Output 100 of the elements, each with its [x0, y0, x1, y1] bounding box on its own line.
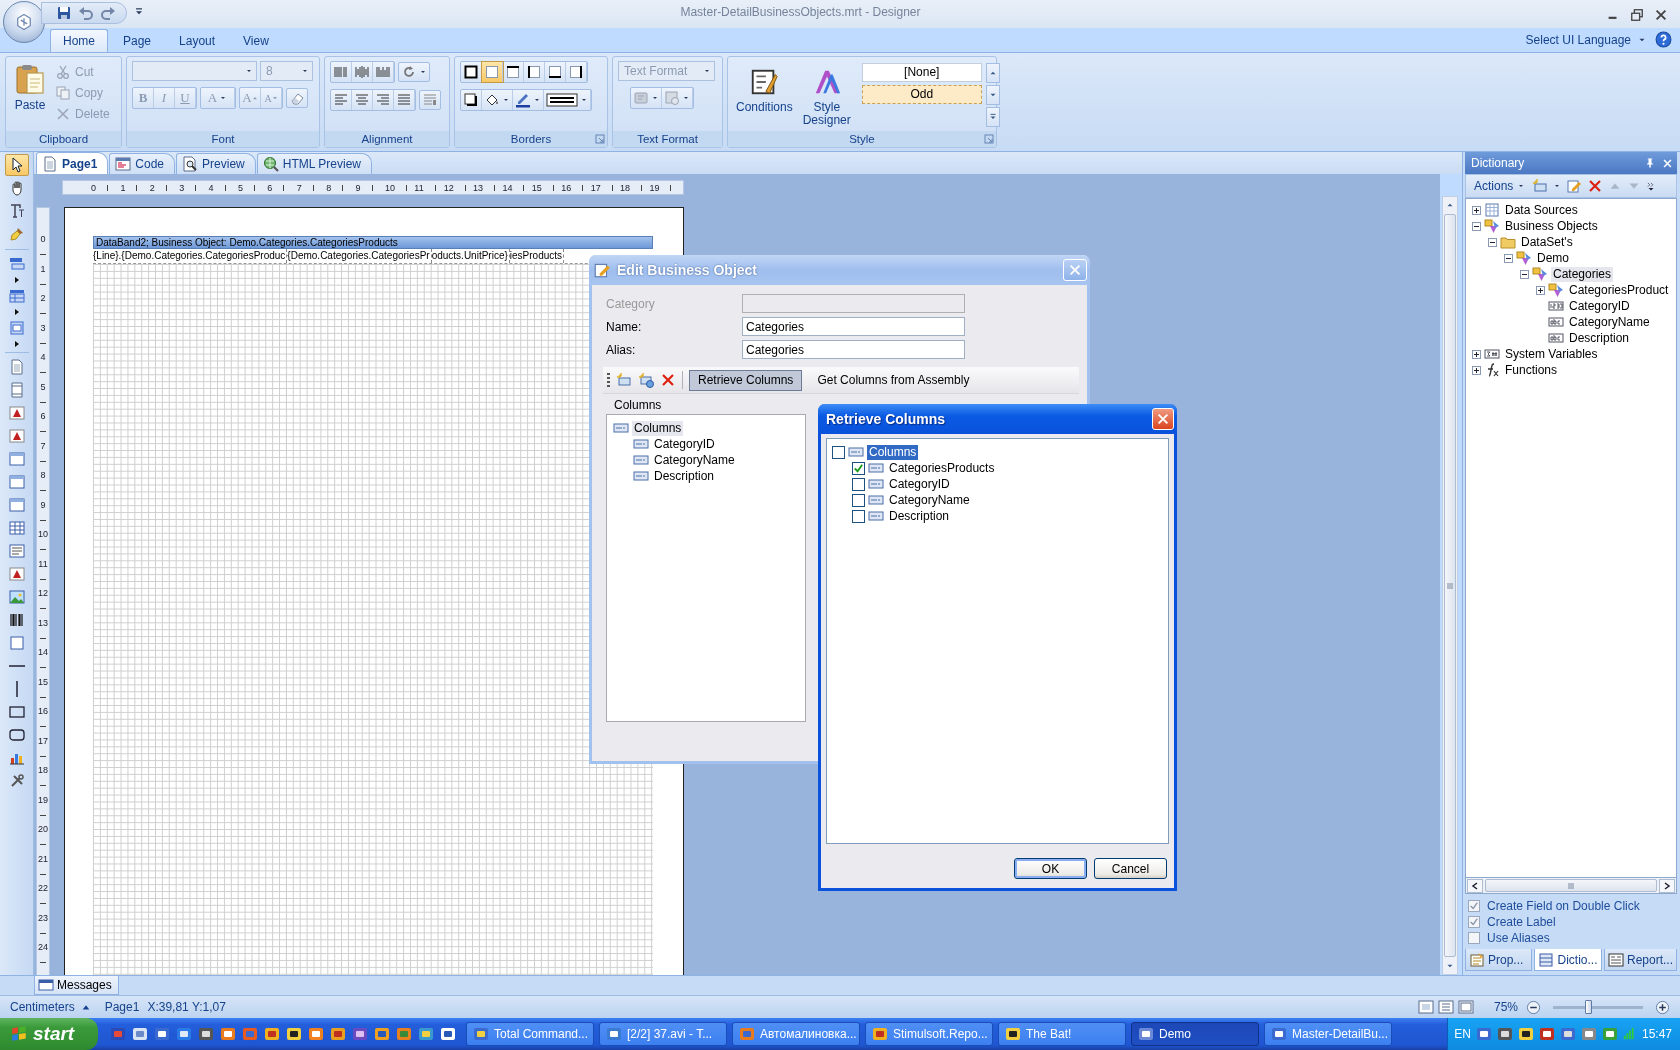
data-band-header[interactable]: DataBand2; Business Object: Demo.Categories.CategoriesProducts	[93, 236, 653, 249]
ruler-number: 6	[267, 182, 273, 193]
ruler-number: 8	[326, 182, 332, 193]
tree-item[interactable]: Description	[887, 508, 952, 524]
text-component[interactable]: {Demo.Categories.CategoriesPr	[287, 249, 432, 263]
ruler-number: 2	[40, 293, 46, 303]
field-label: Name:	[606, 319, 643, 334]
ribbon-tab[interactable]: Page	[110, 29, 165, 52]
document-tab[interactable]: HTML Preview	[256, 153, 372, 174]
tree-item[interactable]: CategoriesProduct	[1567, 282, 1671, 298]
messages-tab[interactable]: Messages	[34, 976, 119, 995]
tree-item[interactable]: Demo	[1535, 250, 1571, 266]
paste-button[interactable]: Paste	[11, 61, 49, 129]
ruler-number: 11	[414, 182, 424, 193]
style-designer-button[interactable]: Style Designer	[799, 61, 854, 129]
ruler-number: 8	[40, 470, 46, 480]
ruler-number: 20	[38, 824, 48, 834]
ruler-number: 16	[38, 706, 48, 716]
checkbox-label[interactable]: Create Field on Double Click	[1487, 899, 1640, 913]
tree-item[interactable]: Data Sources	[1503, 202, 1580, 218]
dialog-button[interactable]: OK	[1014, 858, 1087, 879]
ruler-number: 15	[38, 676, 48, 687]
clock: 15:47	[1641, 1027, 1672, 1041]
document-tab[interactable]: Page1	[36, 152, 109, 174]
start-button[interactable]: start	[0, 1018, 98, 1050]
document-tab[interactable]: Preview	[176, 153, 256, 174]
group-label: Text Format	[637, 133, 698, 145]
tree-item[interactable]: Categories	[1551, 266, 1614, 282]
group-label: Style	[849, 133, 875, 145]
tree-item[interactable]: CategoryName	[887, 492, 972, 508]
ruler-number: 19	[649, 182, 660, 193]
tree-item[interactable]: DataSet's	[1519, 234, 1575, 250]
tree-item[interactable]: Columns	[867, 444, 919, 460]
ruler-number: 7	[296, 182, 302, 193]
tree-item[interactable]: CategoryName	[652, 452, 737, 468]
text-component[interactable]: {Line}.{Demo.Categories.CategoriesProduc	[93, 249, 288, 263]
style-item[interactable]: Odd	[861, 85, 982, 104]
ruler-number: 18	[38, 765, 48, 775]
input-field[interactable]: Categories	[742, 317, 965, 336]
ruler-number: 23	[38, 912, 48, 923]
units-menu[interactable]: Centimeters	[10, 1000, 97, 1014]
ruler-number: 1	[40, 263, 46, 274]
text-component[interactable]: iesProducts	[509, 249, 565, 263]
ruler-number: 12	[38, 588, 48, 598]
tree-item[interactable]: Functions	[1503, 362, 1560, 378]
language-menu[interactable]: Select UI Language	[1525, 33, 1647, 47]
tree-item[interactable]: CategoryName	[1567, 314, 1652, 330]
page-name: Page1	[104, 1000, 140, 1014]
ruler-number: 18	[620, 182, 631, 193]
ribbon-tab[interactable]: View	[230, 29, 282, 52]
panel-tab[interactable]: Dictio...	[1534, 949, 1602, 971]
tree-item[interactable]: CategoryID	[652, 436, 717, 452]
toolbar-button[interactable]: Get Columns from Assembly	[808, 369, 979, 391]
dialog-title: Retrieve Columns	[826, 411, 947, 427]
window-title: Master-DetailBusinessObjects.mrt - Designer	[679, 4, 922, 21]
ruler-number: 7	[40, 440, 46, 451]
tree-item[interactable]: Business Objects	[1503, 218, 1600, 234]
ribbon-tab[interactable]: Home	[50, 29, 108, 52]
group-label: Borders	[510, 133, 552, 145]
panel-title: Dictionary	[1471, 156, 1526, 170]
taskbar-button[interactable]: [2/2] 37.avi - T...	[599, 1022, 727, 1046]
ruler-number: 2	[149, 182, 155, 193]
conditions-button[interactable]: Conditions	[733, 61, 796, 129]
taskbar-button[interactable]: Demo	[1131, 1022, 1259, 1046]
taskbar-button[interactable]: Total Command...	[466, 1022, 594, 1046]
ruler-number: 4	[40, 352, 46, 362]
style-item[interactable]: [None]	[861, 63, 982, 82]
tree-item[interactable]: System Variables	[1503, 346, 1600, 362]
tree-item[interactable]: Description	[652, 468, 717, 484]
ruler-number: 5	[237, 182, 243, 193]
ruler-number: 19	[38, 794, 48, 805]
ruler-number: 12	[443, 182, 454, 193]
tree-item[interactable]: Description	[1567, 330, 1632, 346]
actions-menu[interactable]: Actions	[1472, 179, 1528, 193]
tree-item[interactable]: CategoryID	[1567, 298, 1632, 314]
taskbar-button[interactable]: Автомалиновка...	[732, 1022, 860, 1046]
input-field[interactable]: Categories	[742, 340, 965, 359]
tree-item[interactable]: CategoryID	[887, 476, 952, 492]
ruler-number: 14	[502, 182, 513, 193]
dialog-button[interactable]: Cancel	[1094, 858, 1167, 879]
ruler-number: 9	[40, 499, 46, 510]
text-component[interactable]: oducts.UnitPrice}	[431, 249, 510, 263]
ruler-number: 13	[473, 182, 484, 193]
group-label: Columns	[613, 398, 663, 412]
tree-item[interactable]: Columns	[632, 420, 684, 436]
dialog-title: Edit Business Object	[617, 262, 759, 278]
panel-tab[interactable]: Report...	[1603, 949, 1677, 971]
panel-tab[interactable]: Prop...	[1465, 949, 1533, 971]
tree-item[interactable]: CategoriesProducts	[887, 460, 997, 476]
checkbox-label[interactable]: Create Label	[1487, 915, 1556, 929]
field-label: Category	[606, 296, 656, 311]
checkbox-label[interactable]: Use Aliases	[1487, 931, 1550, 945]
document-tab[interactable]: Code	[109, 153, 176, 174]
toolbar-button[interactable]: Retrieve Columns	[689, 369, 803, 391]
ruler-number: 13	[38, 617, 48, 628]
ruler-number: 22	[38, 883, 48, 893]
taskbar-button[interactable]: Master-DetailBu...	[1264, 1022, 1392, 1046]
taskbar-button[interactable]: Stimulsoft.Repo...	[865, 1022, 993, 1046]
ruler-number: 0	[91, 182, 96, 193]
ribbon-tab[interactable]: Layout	[166, 29, 229, 52]
